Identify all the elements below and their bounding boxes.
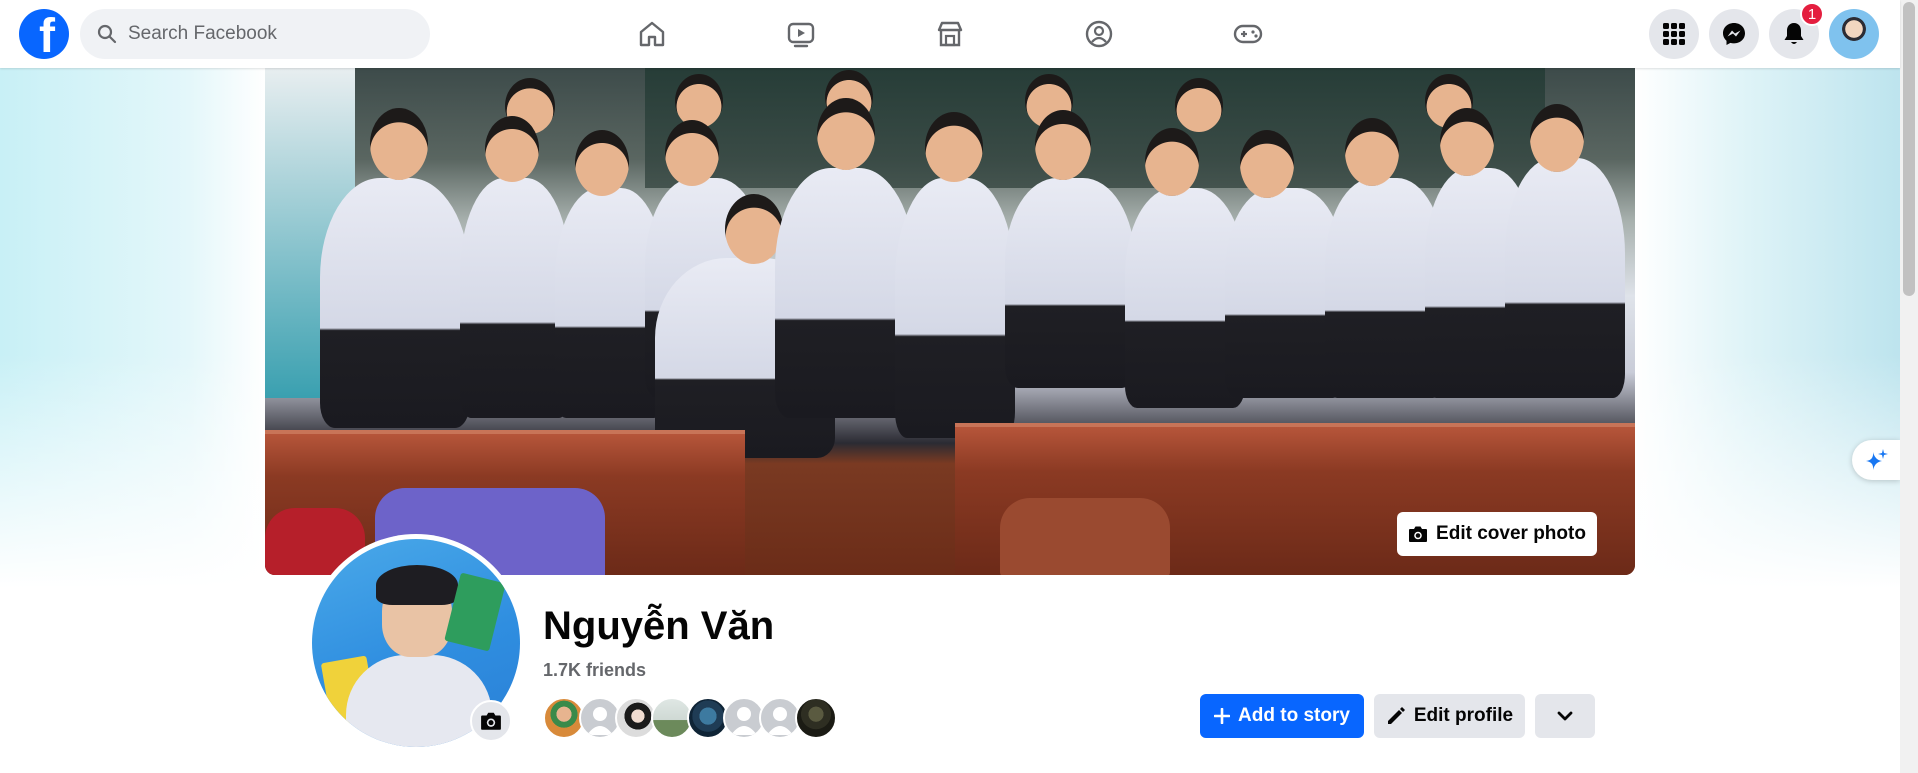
sparkle-icon — [1862, 446, 1890, 474]
cover-person — [485, 116, 539, 182]
messenger-icon[interactable] — [1709, 9, 1759, 59]
facebook-logo[interactable]: f — [19, 9, 69, 59]
cover-person — [460, 178, 570, 418]
cover-person — [1240, 130, 1294, 198]
cover-person — [1505, 158, 1625, 398]
profile-name: Nguyễn Văn — [543, 604, 775, 648]
account-avatar[interactable] — [1829, 9, 1879, 59]
edit-profile-button[interactable]: Edit profile — [1374, 694, 1525, 738]
edit-profile-label: Edit profile — [1413, 705, 1514, 726]
friend-avatar[interactable] — [795, 697, 837, 739]
cover-person — [320, 178, 470, 428]
add-to-story-label: Add to story — [1238, 705, 1350, 726]
update-profile-picture-button[interactable] — [470, 700, 512, 742]
more-options-button[interactable] — [1535, 694, 1595, 738]
bell-icon — [1782, 21, 1806, 47]
watch-icon[interactable] — [771, 10, 831, 58]
add-to-story-button[interactable]: Add to story — [1200, 694, 1364, 738]
search-input[interactable] — [128, 23, 408, 45]
pencil-icon — [1386, 706, 1406, 726]
cover-person — [665, 120, 719, 186]
facebook-logo-letter: f — [39, 10, 55, 60]
cover-person — [775, 168, 915, 418]
search-icon — [96, 23, 118, 45]
cover-board — [645, 68, 1545, 188]
cover-chair — [1000, 498, 1170, 575]
edit-cover-photo-button[interactable]: Edit cover photo — [1397, 512, 1597, 556]
plus-icon — [1214, 708, 1231, 724]
menu-grid-icon[interactable] — [1649, 9, 1699, 59]
profile-picture-person — [346, 655, 492, 747]
cover-person — [675, 74, 723, 128]
marketplace-icon[interactable] — [920, 10, 980, 58]
top-navbar: f 1 — [0, 0, 1900, 68]
friend-avatars — [543, 697, 837, 739]
cover-photo[interactable] — [265, 68, 1635, 575]
cover-person — [575, 130, 629, 196]
notification-badge: 1 — [1800, 2, 1824, 26]
edit-cover-photo-label: Edit cover photo — [1436, 523, 1586, 544]
cover-person — [370, 108, 428, 180]
camera-icon — [480, 711, 502, 731]
ai-assistant-button[interactable] — [1852, 440, 1900, 480]
profile-picture-person — [376, 565, 458, 605]
cover-person — [817, 98, 875, 170]
cover-person — [1035, 110, 1091, 180]
cover-person — [1345, 118, 1399, 186]
search-bar[interactable] — [80, 9, 430, 59]
friend-count[interactable]: 1.7K friends — [543, 660, 646, 681]
cover-person — [925, 112, 983, 182]
gaming-icon[interactable] — [1218, 10, 1278, 58]
groups-icon[interactable] — [1069, 10, 1129, 58]
cover-person — [895, 178, 1015, 438]
chevron-down-icon — [1557, 711, 1573, 721]
notifications-button[interactable]: 1 — [1769, 2, 1824, 59]
cover-person — [1175, 78, 1223, 132]
cover-person — [1440, 108, 1494, 176]
cover-person — [1145, 128, 1199, 196]
camera-icon — [1408, 525, 1428, 543]
scrollbar-thumb[interactable] — [1903, 2, 1915, 296]
cover-person — [725, 194, 783, 264]
cover-person — [1005, 178, 1135, 388]
cover-person — [1530, 104, 1584, 172]
home-icon[interactable] — [622, 10, 682, 58]
